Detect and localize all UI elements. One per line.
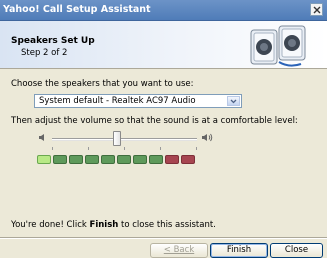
dropdown-arrow-button[interactable] xyxy=(227,96,240,106)
meter-segment xyxy=(53,155,67,164)
speaker-dropdown[interactable]: System default - Realtek AC97 Audio xyxy=(34,94,242,108)
slider-tick xyxy=(124,147,125,150)
wizard-header: Speakers Set Up Step 2 of 2 xyxy=(0,21,327,69)
setup-assistant-window: Yahoo! Call Setup Assistant Speakers Set… xyxy=(0,0,327,258)
volume-high-icon xyxy=(202,133,213,142)
completion-finish-word: Finish xyxy=(89,220,119,230)
volume-low-icon xyxy=(39,134,44,141)
meter-segment xyxy=(69,155,83,164)
slider-tick xyxy=(52,147,53,150)
slider-tick xyxy=(196,147,197,150)
speaker-dropdown-value: System default - Realtek AC97 Audio xyxy=(39,96,196,106)
meter-segment xyxy=(117,155,131,164)
finish-button[interactable]: Finish xyxy=(210,243,268,258)
meter-segment xyxy=(181,155,195,164)
slider-tick xyxy=(88,147,89,150)
completion-message: You're done! Click Finish to close this … xyxy=(11,220,216,230)
footer-divider xyxy=(0,237,327,239)
back-button-label: < Back xyxy=(163,245,195,255)
volume-instruction-label: Then adjust the volume so that the sound… xyxy=(11,116,298,126)
back-button[interactable]: < Back xyxy=(150,243,208,258)
speaker-select-label: Choose the speakers that you want to use… xyxy=(11,79,194,89)
title-bar[interactable]: Yahoo! Call Setup Assistant xyxy=(0,0,327,21)
close-window-button[interactable] xyxy=(310,3,323,16)
meter-segment xyxy=(85,155,99,164)
close-icon xyxy=(313,6,321,14)
chevron-down-icon xyxy=(230,99,237,104)
volume-slider-track[interactable] xyxy=(52,138,197,141)
meter-segment xyxy=(133,155,147,164)
meter-segment xyxy=(149,155,163,164)
meter-segment xyxy=(101,155,115,164)
step-indicator: Step 2 of 2 xyxy=(21,48,68,58)
meter-segment xyxy=(37,155,51,164)
close-button-label: Close xyxy=(284,245,309,255)
completion-suffix: to close this assistant. xyxy=(118,220,216,230)
window-title: Yahoo! Call Setup Assistant xyxy=(3,4,151,15)
completion-prefix: You're done! Click xyxy=(11,220,90,230)
close-button[interactable]: Close xyxy=(270,243,323,258)
speakers-icon xyxy=(250,25,306,67)
slider-tick xyxy=(160,147,161,150)
page-title: Speakers Set Up xyxy=(11,36,95,46)
finish-button-label: Finish xyxy=(226,245,252,255)
meter-segment xyxy=(165,155,179,164)
volume-slider-thumb[interactable] xyxy=(113,131,122,146)
